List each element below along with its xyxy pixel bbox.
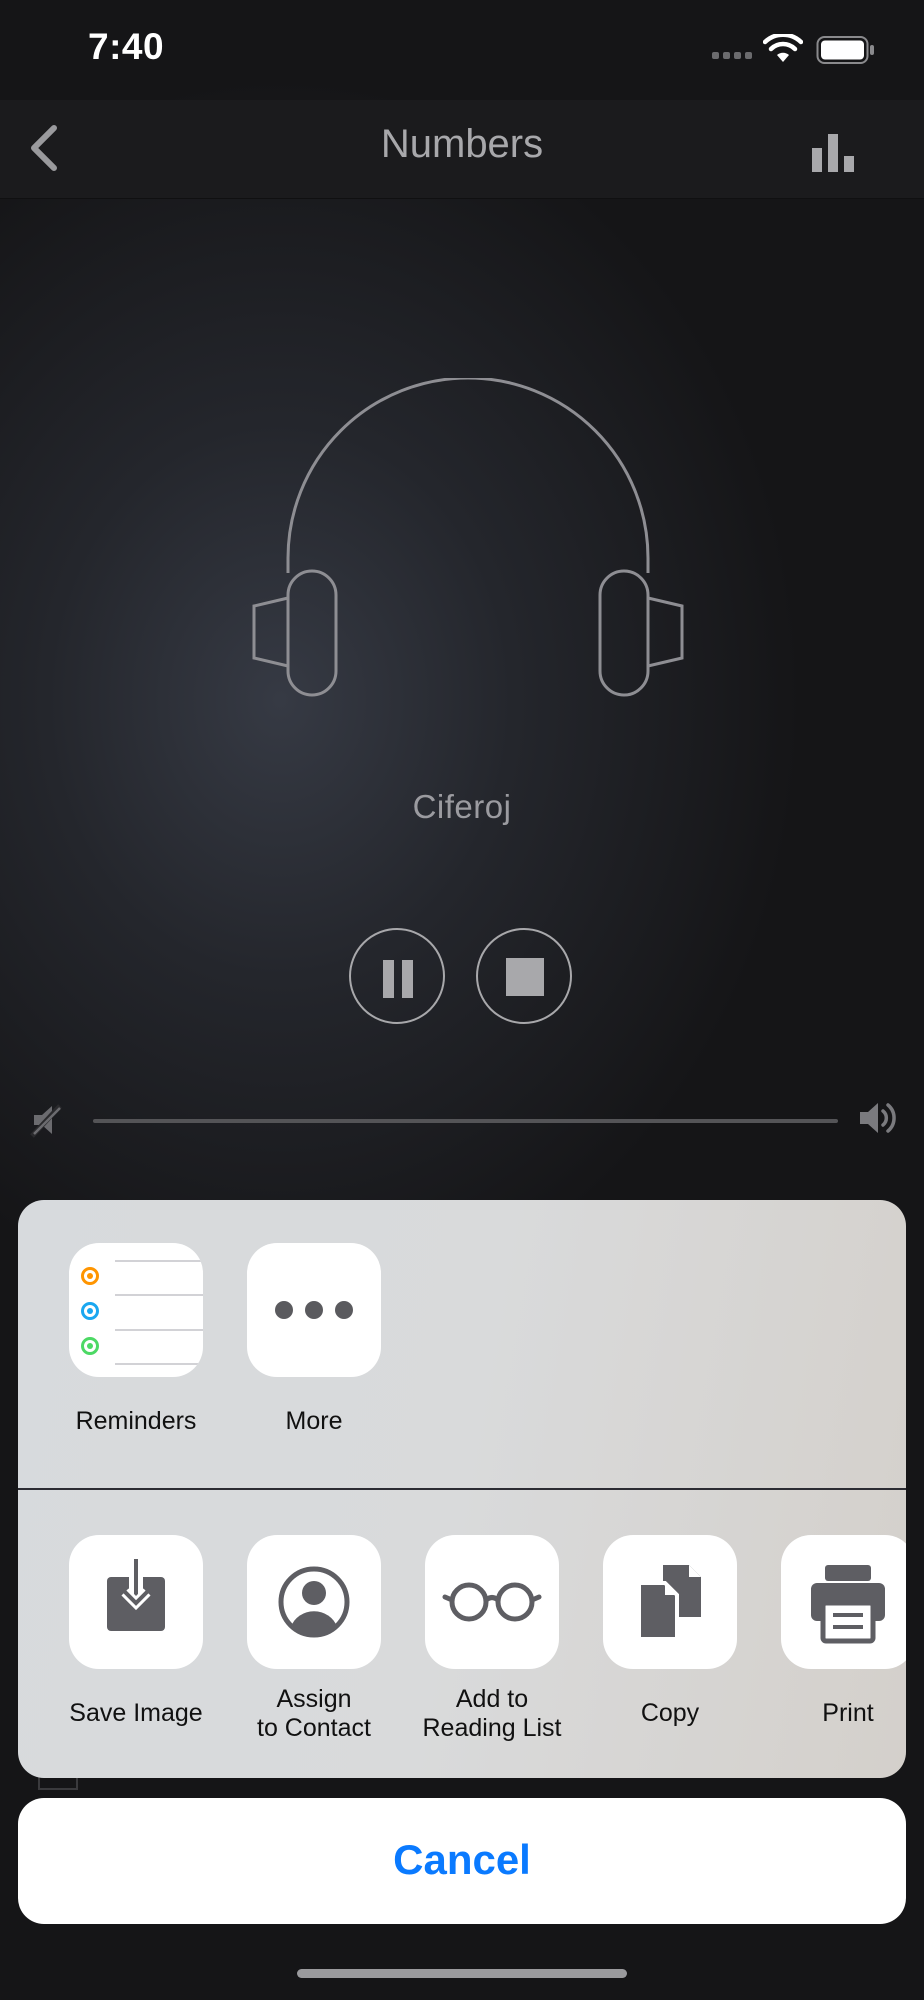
page-title: Numbers [380,122,544,166]
action-label: Print [822,1699,874,1727]
pause-icon-bar [402,960,413,998]
navigation-bar: Numbers [0,100,924,199]
action-print[interactable]: Print [768,1535,906,1728]
action-assign-to-contact[interactable]: Assign to Contact [234,1535,394,1743]
action-save-image[interactable]: Save Image [56,1535,216,1728]
share-sheet: Reminders More Save Image Assign to Cont… [18,1200,906,1778]
battery-icon [816,36,874,64]
action-label: Copy [640,1699,700,1727]
status-time: 7:40 [88,26,165,67]
contact-icon [247,1535,381,1669]
cancel-label: Cancel [393,1836,531,1883]
action-add-to-reading-list[interactable]: Add to Reading List [412,1535,572,1743]
volume-slider[interactable] [93,1119,838,1123]
volume-high-icon [860,1103,896,1133]
volume-mute-icon [30,1104,62,1138]
pause-button[interactable] [349,928,445,1024]
stop-button[interactable] [476,928,572,1024]
action-copy[interactable]: Copy [590,1535,750,1728]
share-app-label: More [285,1407,343,1435]
share-app-reminders[interactable]: Reminders [56,1243,216,1436]
status-bar: 7:40 [0,0,924,100]
share-app-more[interactable]: More [234,1243,394,1436]
home-indicator[interactable] [297,1969,627,1978]
action-label: Assign to Contact [257,1685,371,1742]
share-actions-row: Save Image Assign to Contact Add to Read… [18,1490,906,1778]
print-icon [781,1535,906,1669]
cellular-signal-icon [712,52,752,59]
pause-icon [383,960,394,998]
cancel-button[interactable]: Cancel [18,1798,906,1924]
more-icon [247,1243,381,1377]
action-label: Add to Reading List [422,1685,562,1742]
share-app-label: Reminders [75,1407,197,1435]
reading-list-icon [425,1535,559,1669]
copy-icon [603,1535,737,1669]
headphones-icon [252,378,684,697]
share-apps-row: Reminders More [18,1200,906,1488]
action-label: Save Image [69,1699,203,1727]
wifi-icon [763,34,803,62]
track-title: Ciferoj [412,788,512,825]
bar-chart-icon[interactable] [806,130,860,174]
save-image-icon [69,1535,203,1669]
reminders-icon [69,1243,203,1377]
stop-icon [506,958,544,996]
